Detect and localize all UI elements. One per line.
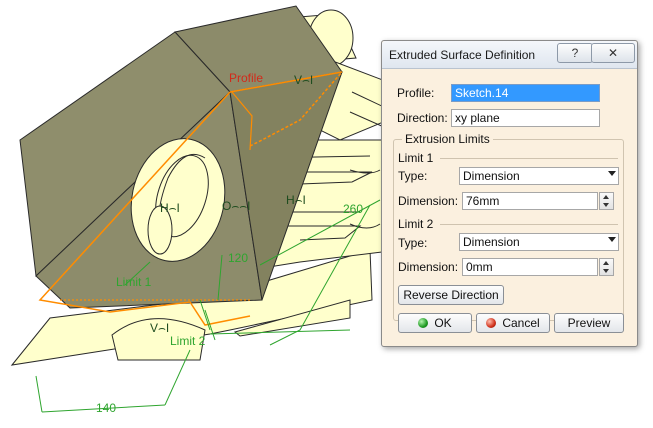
limit2-dimension-label: Dimension: (398, 260, 459, 274)
limit1-type-value: Dimension (463, 169, 520, 183)
limit2-type-select[interactable]: Dimension (459, 233, 619, 251)
limit2-type-value: Dimension (463, 235, 520, 249)
profile-label: Profile (229, 71, 263, 85)
svg-text:V⌢I: V⌢I (294, 73, 313, 87)
svg-text:O⌢⌢I: O⌢⌢I (222, 199, 250, 213)
dim-120-label: 120 (228, 251, 248, 265)
limit2-dimension-spinner[interactable] (599, 258, 614, 276)
spin-down-icon[interactable] (603, 269, 609, 273)
dim-260-label: 260 (343, 202, 363, 216)
direction-label: Direction: (397, 111, 448, 125)
chevron-down-icon[interactable] (608, 237, 616, 242)
limit1-dimension-label: Dimension: (398, 194, 459, 208)
svg-text:H⌢I: H⌢I (286, 193, 306, 207)
limit1-type-label: Type: (398, 169, 428, 183)
profile-field[interactable]: Sketch.14 (451, 84, 600, 102)
extrusion-limits-caption: Extrusion Limits (402, 132, 493, 146)
close-button[interactable]: ✕ (591, 43, 635, 63)
help-icon: ? (571, 46, 579, 60)
cancel-button[interactable]: Cancel (476, 313, 550, 333)
limit1-label: Limit 1 (116, 275, 152, 289)
limit1-dimension-field[interactable]: 76mm (462, 192, 598, 210)
dialog-title: Extruded Surface Definition (389, 48, 536, 62)
limit2-heading: Limit 2 (398, 217, 434, 231)
extruded-surface-dialog: Extruded Surface Definition ? ✕ Profile:… (381, 40, 638, 347)
chevron-down-icon[interactable] (608, 171, 616, 176)
limit1-dimension-spinner[interactable] (599, 192, 614, 210)
limit2-type-label: Type: (398, 236, 428, 250)
close-icon: ✕ (607, 46, 619, 60)
cancel-label: Cancel (502, 316, 540, 330)
profile-label: Profile: (397, 86, 435, 100)
limit2-dimension-field[interactable]: 0mm (462, 258, 598, 276)
limit2-label: Limit 2 (170, 334, 206, 348)
cancel-icon (486, 318, 497, 328)
ok-icon (418, 318, 429, 328)
svg-text:H⌢I: H⌢I (160, 201, 180, 215)
spin-up-icon[interactable] (603, 261, 609, 265)
ok-label: OK (434, 316, 452, 330)
reverse-direction-button[interactable]: Reverse Direction (398, 285, 504, 305)
spin-down-icon[interactable] (603, 203, 609, 207)
limit1-separator (440, 158, 618, 159)
dim-140-label: 140 (96, 401, 116, 415)
limit2-separator (440, 224, 618, 225)
dialog-titlebar[interactable]: Extruded Surface Definition ? ✕ (382, 41, 637, 69)
svg-text:V⌢I: V⌢I (150, 321, 169, 335)
preview-button[interactable]: Preview (554, 313, 624, 333)
spin-up-icon[interactable] (603, 195, 609, 199)
limit1-heading: Limit 1 (398, 151, 434, 165)
limit1-type-select[interactable]: Dimension (459, 167, 619, 185)
ok-button[interactable]: OK (398, 313, 472, 333)
help-button[interactable]: ? (557, 43, 593, 63)
direction-field[interactable]: xy plane (451, 109, 600, 127)
